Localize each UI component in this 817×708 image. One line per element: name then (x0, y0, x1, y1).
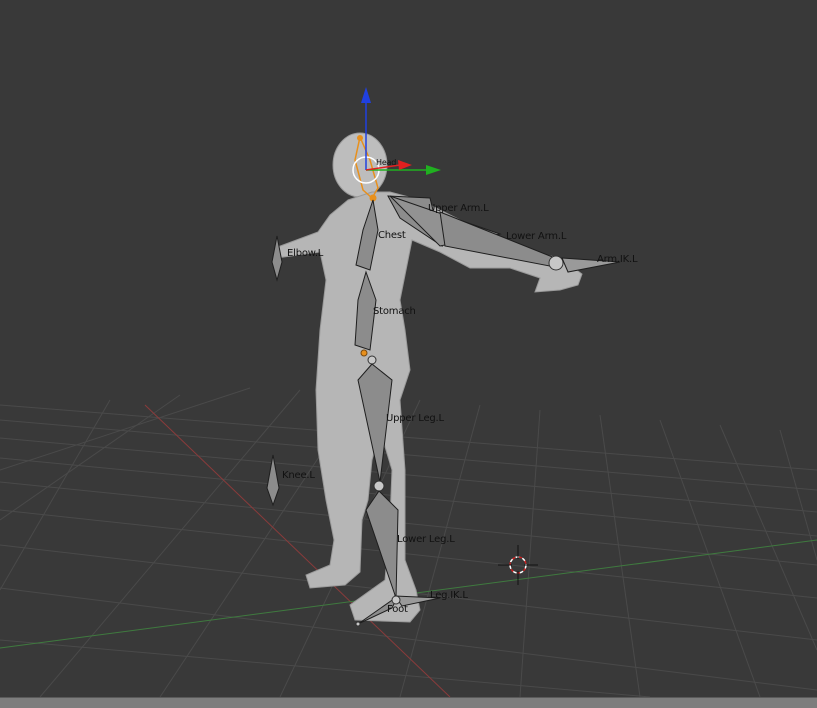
bone-label-foot: Foot (387, 604, 408, 615)
bone-label-upper-leg-l: Upper Leg.L (386, 413, 444, 424)
transform-gizmo[interactable] (352, 87, 441, 184)
bone-label-knee-l: Knee.L (282, 470, 315, 481)
viewport-header-bar[interactable] (0, 697, 817, 708)
3d-viewport[interactable]: Head Upper Arm.L Lower Arm.L Arm.IK.L Ch… (0, 0, 817, 697)
bone-label-lower-leg-l: Lower Leg.L (397, 534, 455, 545)
gizmo-x-arrow[interactable] (398, 160, 412, 170)
bone-label-head: Head (376, 158, 397, 167)
bone-label-elbow-l: Elbow.L (287, 248, 324, 259)
bone-label-leg-ik-l: Leg.IK.L (430, 590, 468, 601)
3d-cursor[interactable] (498, 545, 538, 585)
bone-label-stomach: Stomach (373, 306, 416, 317)
bone-label-lower-arm-l: Lower Arm.L (506, 231, 567, 242)
bone-elbow-l[interactable] (271, 235, 283, 282)
gizmo-y-arrow[interactable] (426, 165, 441, 175)
gizmo-z-arrow[interactable] (361, 87, 371, 103)
viewport-canvas[interactable] (0, 0, 817, 697)
bone-label-upper-arm-l: Upper Arm.L (428, 203, 489, 214)
bone-label-chest: Chest (378, 230, 406, 241)
bone-label-arm-ik-l: Arm.IK.L (597, 254, 638, 265)
